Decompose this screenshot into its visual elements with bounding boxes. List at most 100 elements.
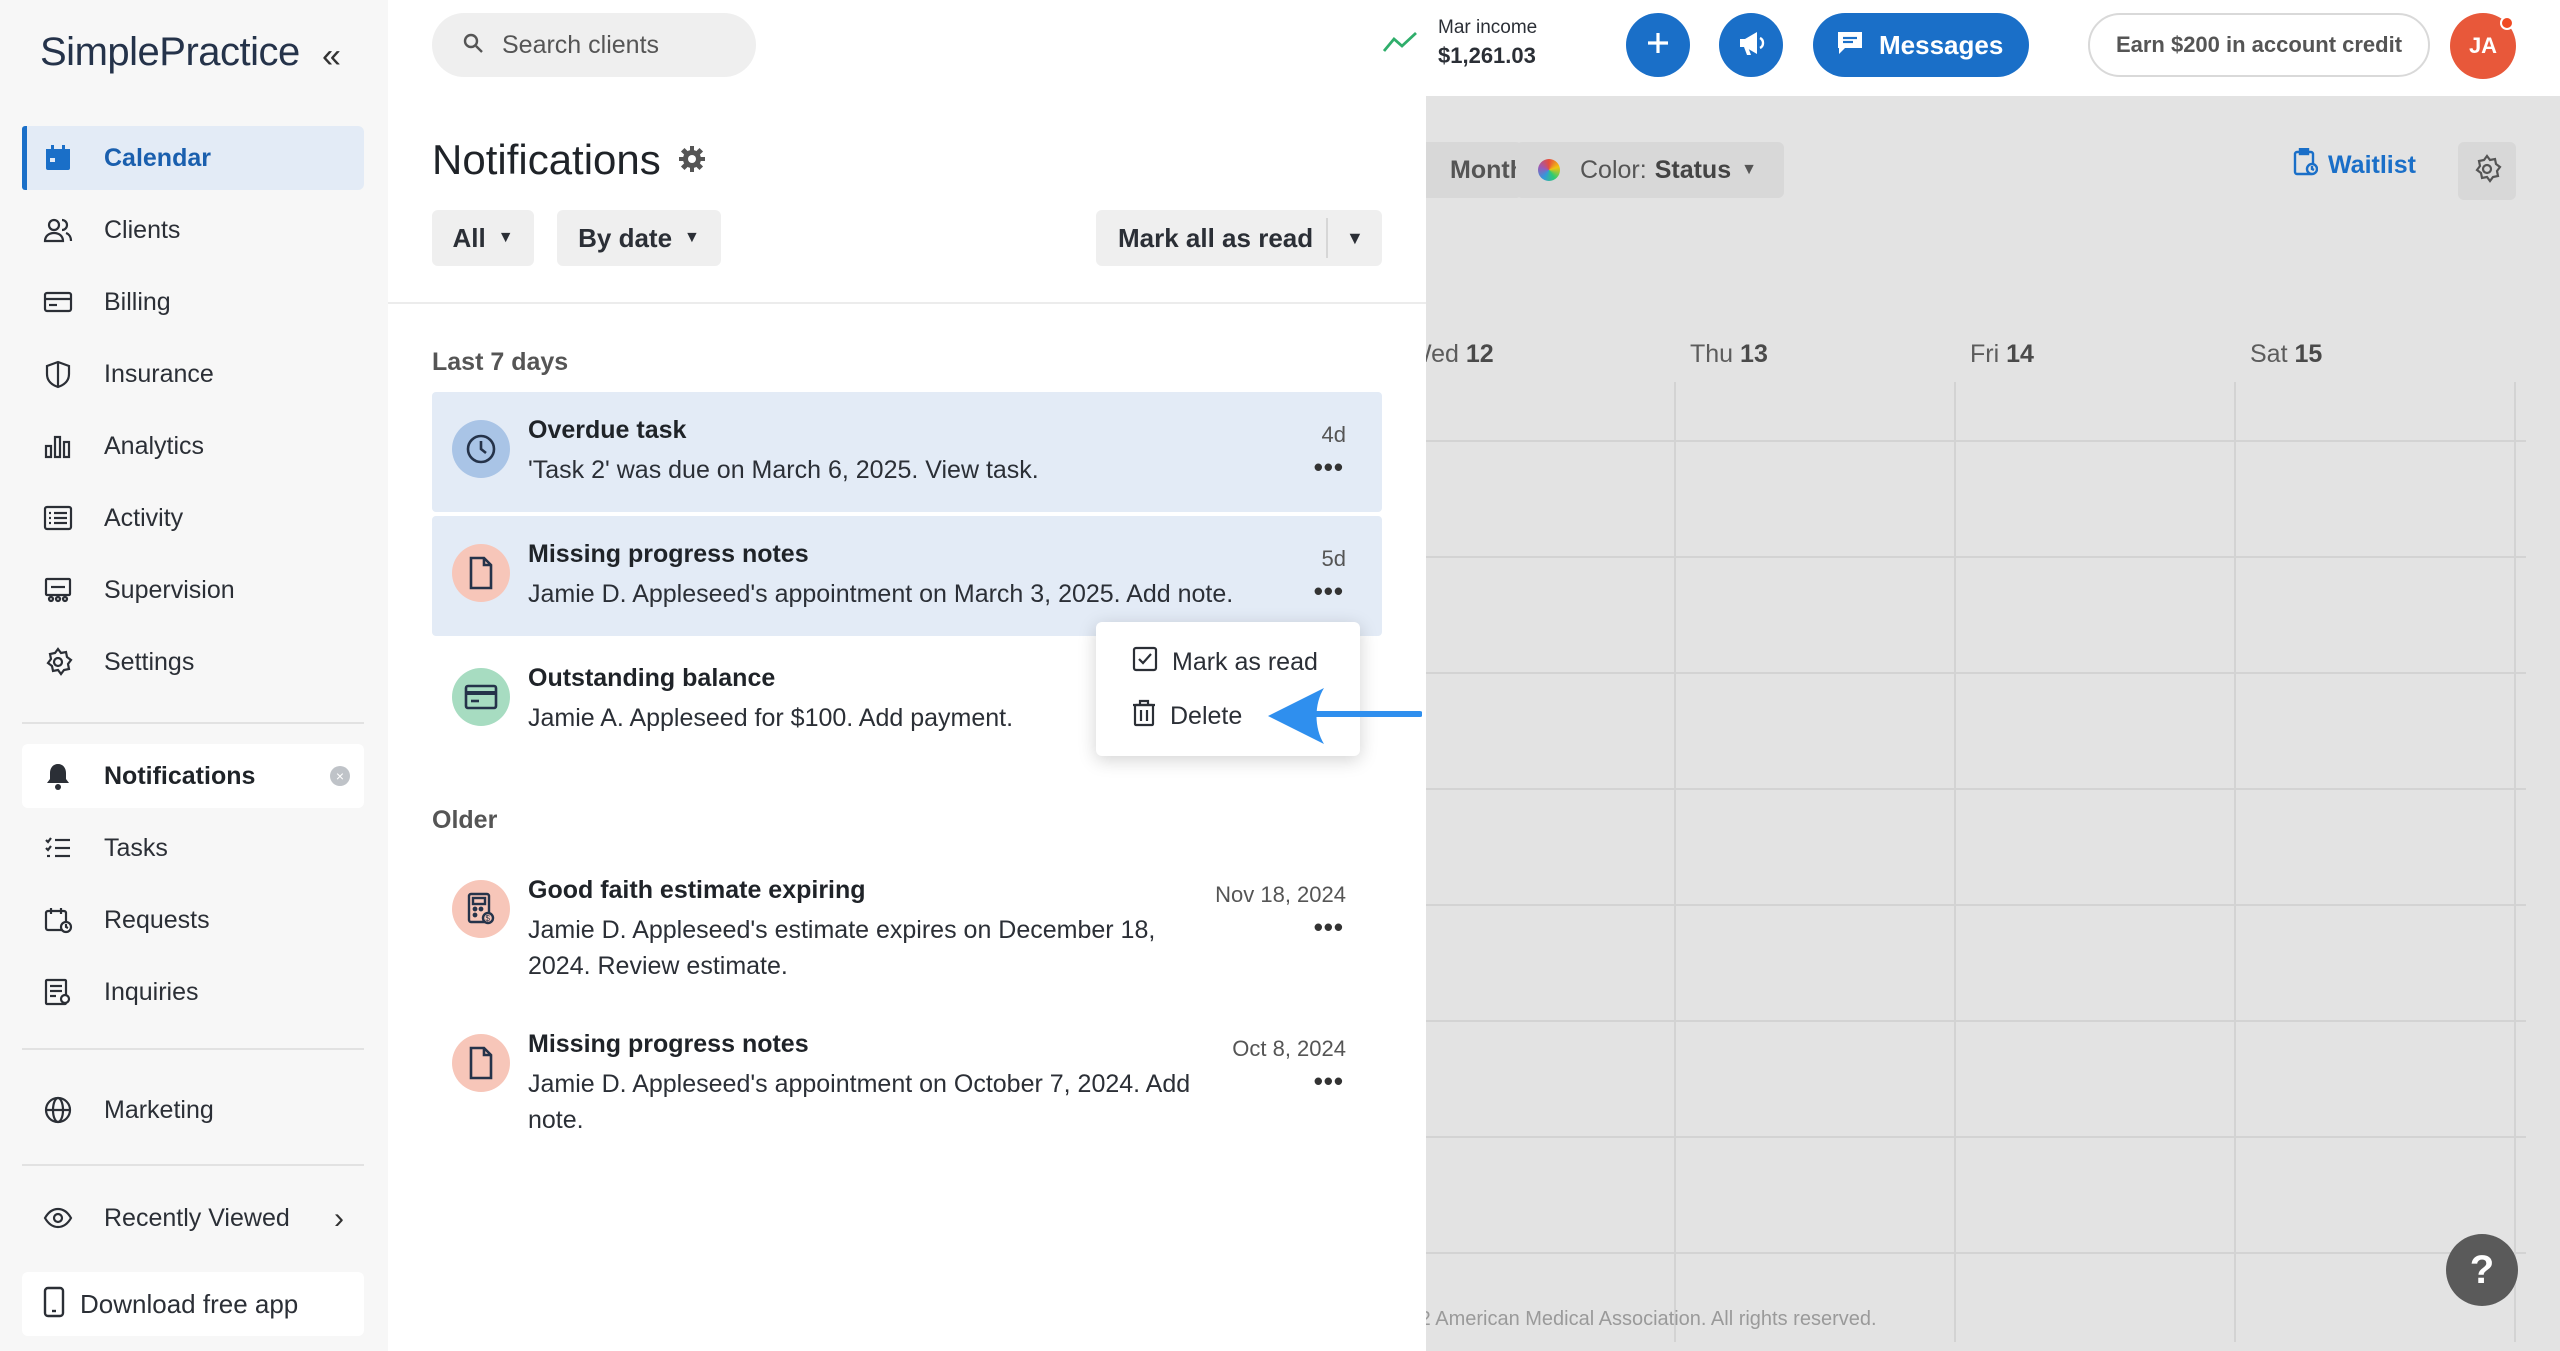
marketing-nav: Marketing bbox=[22, 1078, 364, 1150]
notifications-clear-icon[interactable]: × bbox=[330, 766, 350, 786]
gear-icon bbox=[40, 644, 76, 680]
copyright-text: © 2022 American Medical Association. All… bbox=[1426, 1308, 1877, 1330]
sidebar-item-analytics[interactable]: Analytics bbox=[22, 414, 364, 478]
notification-body: 'Task 2' was due on March 6, 2025. View … bbox=[528, 456, 1039, 484]
sidebar-item-supervision[interactable]: Supervision bbox=[22, 558, 364, 622]
sidebar-item-tasks[interactable]: Tasks bbox=[22, 816, 364, 880]
gear-icon[interactable] bbox=[677, 136, 707, 184]
search-input[interactable] bbox=[502, 30, 742, 60]
recent-nav: Recently Viewed › bbox=[22, 1186, 364, 1258]
simplepractice-logo[interactable]: SimplePractice bbox=[40, 30, 300, 75]
sidebar-item-requests[interactable]: Requests bbox=[22, 888, 364, 952]
document-icon bbox=[452, 1034, 510, 1092]
document-icon bbox=[452, 544, 510, 602]
earn-credit-button[interactable]: Earn $200 in account credit bbox=[2088, 13, 2430, 77]
sidebar-item-label: Inquiries bbox=[104, 977, 199, 1006]
avatar-notification-dot bbox=[2500, 16, 2514, 30]
caret-down-icon: ▼ bbox=[684, 229, 700, 246]
collapse-sidebar-icon[interactable]: « bbox=[322, 36, 341, 76]
caret-down-icon: ▼ bbox=[497, 229, 514, 246]
search-clients[interactable] bbox=[432, 13, 756, 77]
caret-down-icon[interactable]: ▼ bbox=[1346, 228, 1364, 249]
more-options-icon[interactable]: ••• bbox=[1314, 452, 1344, 483]
messages-button[interactable]: Messages bbox=[1813, 13, 2029, 77]
sidebar-item-recently-viewed[interactable]: Recently Viewed › bbox=[22, 1186, 364, 1250]
day-header-sat: Sat 15 bbox=[2250, 340, 2322, 369]
notification-item[interactable]: $ Good faith estimate expiring Jamie D. … bbox=[432, 852, 1382, 1002]
sidebar-item-settings[interactable]: Settings bbox=[22, 630, 364, 694]
grid-line bbox=[1426, 1252, 2526, 1254]
sidebar-item-notifications[interactable]: Notifications × bbox=[22, 744, 364, 808]
day-number: 15 bbox=[2294, 340, 2323, 368]
shield-icon bbox=[40, 356, 76, 392]
color-status-dropdown[interactable]: Color: Status ▼ bbox=[1516, 142, 1784, 198]
waitlist-label: Waitlist bbox=[2328, 151, 2416, 179]
sidebar-item-label: Calendar bbox=[104, 143, 211, 172]
more-options-icon[interactable]: ••• bbox=[1314, 912, 1344, 943]
notification-item[interactable]: Overdue task 'Task 2' was due on March 6… bbox=[432, 392, 1382, 512]
sidebar-item-label: Notifications bbox=[104, 761, 256, 790]
checkbox-checked-icon bbox=[1132, 646, 1158, 679]
mark-as-read-label: Mark as read bbox=[1172, 647, 1318, 676]
eye-icon bbox=[40, 1200, 76, 1236]
calculator-icon: $ bbox=[452, 880, 510, 938]
day-number: 12 bbox=[1465, 340, 1494, 368]
more-options-icon[interactable]: ••• bbox=[1314, 576, 1344, 607]
notification-item[interactable]: Missing progress notes Jamie D. Applesee… bbox=[432, 516, 1382, 636]
notification-body: Jamie D. Appleseed's appointment on Octo… bbox=[528, 1070, 1191, 1134]
sidebar: SimplePractice « Calendar Clients Billin… bbox=[0, 0, 388, 1351]
chat-bubble-icon bbox=[1835, 29, 1865, 62]
logo-text: SimplePractice bbox=[40, 30, 300, 74]
grid-line bbox=[1426, 672, 2526, 674]
notification-time: 5d bbox=[1321, 546, 1346, 571]
view-month-button[interactable]: Month bbox=[1426, 142, 1525, 198]
sidebar-item-insurance[interactable]: Insurance bbox=[22, 342, 364, 406]
grid-line bbox=[1954, 382, 1956, 1342]
notification-item[interactable]: Missing progress notes Jamie D. Applesee… bbox=[432, 1006, 1382, 1156]
download-app-button[interactable]: Download free app bbox=[22, 1272, 364, 1336]
sidebar-item-calendar[interactable]: Calendar bbox=[22, 126, 364, 190]
calendar-settings-button[interactable] bbox=[2458, 142, 2516, 200]
sidebar-item-billing[interactable]: Billing bbox=[22, 270, 364, 334]
sidebar-item-inquiries[interactable]: Inquiries bbox=[22, 960, 364, 1024]
tasks-icon bbox=[40, 830, 76, 866]
notification-title: Missing progress notes bbox=[528, 540, 809, 568]
sidebar-item-label: Insurance bbox=[104, 359, 214, 388]
trash-icon bbox=[1132, 699, 1156, 734]
mark-all-read-button[interactable]: Mark all as read ▼ bbox=[1096, 210, 1382, 266]
day-header-thu: Thu 13 bbox=[1690, 340, 1768, 369]
clients-icon bbox=[40, 212, 76, 248]
section-last-7-days: Last 7 days bbox=[432, 348, 569, 376]
clipboard-icon bbox=[2292, 147, 2319, 183]
announcements-button[interactable] bbox=[1719, 13, 1783, 77]
sidebar-item-marketing[interactable]: Marketing bbox=[22, 1078, 364, 1142]
svg-text:$: $ bbox=[486, 914, 491, 923]
inquiries-icon bbox=[40, 974, 76, 1010]
help-button[interactable]: ? bbox=[2446, 1234, 2518, 1306]
panel-divider bbox=[388, 302, 1426, 304]
phone-icon bbox=[42, 1286, 66, 1323]
color-label: Color: bbox=[1580, 155, 1647, 184]
list-icon bbox=[40, 500, 76, 536]
grid-line bbox=[1426, 788, 2526, 790]
sidebar-item-label: Marketing bbox=[104, 1095, 214, 1124]
sidebar-item-label: Activity bbox=[104, 503, 184, 532]
more-options-icon[interactable]: ••• bbox=[1314, 1066, 1344, 1097]
grid-line bbox=[1426, 1020, 2526, 1022]
mark-as-read-option[interactable]: Mark as read bbox=[1096, 636, 1360, 688]
day-name: Sat bbox=[2250, 340, 2288, 368]
monthly-income[interactable]: Mar income $1,261.03 bbox=[1382, 15, 1562, 75]
sort-date-label: By date bbox=[578, 222, 673, 253]
messages-label: Messages bbox=[1879, 29, 2004, 60]
sidebar-item-clients[interactable]: Clients bbox=[22, 198, 364, 262]
sort-by-date-dropdown[interactable]: By date ▼ bbox=[557, 210, 721, 266]
filter-all-dropdown[interactable]: All ▼ bbox=[432, 210, 534, 266]
split-divider bbox=[1326, 218, 1328, 258]
sidebar-item-activity[interactable]: Activity bbox=[22, 486, 364, 550]
sidebar-item-label: Billing bbox=[104, 287, 171, 316]
add-button[interactable] bbox=[1626, 13, 1690, 77]
grid-line bbox=[1426, 440, 2526, 442]
waitlist-button[interactable]: Waitlist bbox=[2292, 147, 2416, 183]
gear-icon bbox=[2472, 153, 2502, 189]
view-month-label: Month bbox=[1450, 155, 1525, 184]
